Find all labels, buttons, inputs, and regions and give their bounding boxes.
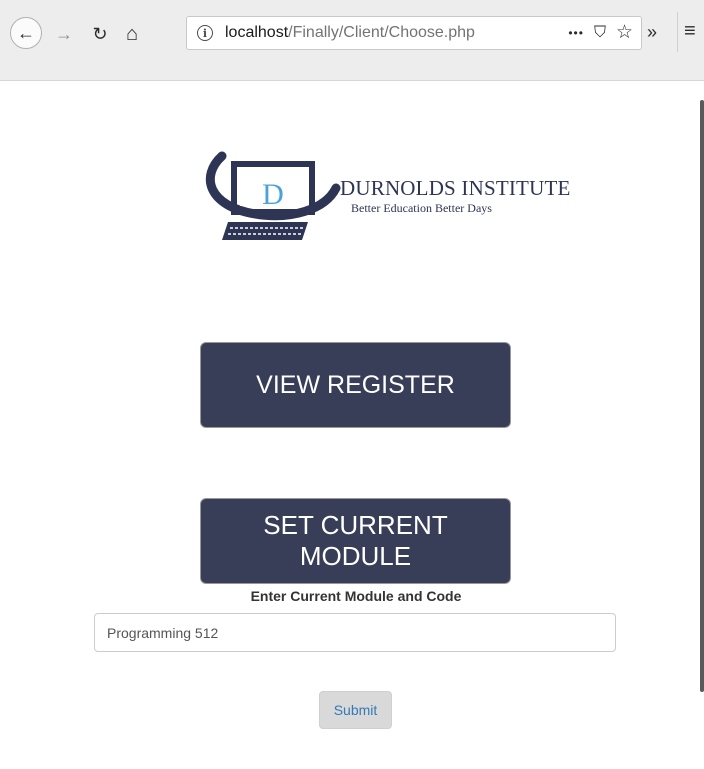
set-current-module-button[interactable]: SET CURRENT MODULE <box>200 498 511 584</box>
bookmark-star-icon[interactable]: ☆ <box>616 23 633 43</box>
reload-button[interactable]: ↻ <box>88 22 112 46</box>
url-path: /Finally/Client/Choose.php <box>288 24 475 41</box>
institute-tagline: Better Education Better Days <box>351 201 492 215</box>
logo-letter: D <box>262 178 284 211</box>
overflow-chevron-icon[interactable]: » <box>647 22 657 43</box>
pocket-icon[interactable]: ⛉ <box>594 23 606 43</box>
back-arrow-icon: ← <box>17 23 35 43</box>
module-field-label: Enter Current Module and Code <box>250 588 462 604</box>
url-actions: ••• ⛉ ☆ <box>568 23 633 43</box>
browser-toolbar: ← → ↻ ⌂ i localhost/Finally/Client/Choos… <box>0 0 704 81</box>
url-host: localhost <box>225 24 289 41</box>
reload-icon: ↻ <box>92 24 108 44</box>
view-register-button[interactable]: VIEW REGISTER <box>200 342 511 428</box>
forward-button[interactable]: → <box>52 22 76 46</box>
url-bar[interactable]: i localhost/Finally/Client/Choose.php ••… <box>186 16 642 50</box>
forward-arrow-icon: → <box>55 24 73 44</box>
page-actions-icon[interactable]: ••• <box>568 23 584 43</box>
toolbar-separator <box>677 12 678 52</box>
site-info-icon[interactable]: i <box>197 25 213 41</box>
home-icon: ⌂ <box>125 23 139 45</box>
submit-button[interactable]: Submit <box>319 691 392 729</box>
back-button[interactable]: ← <box>10 17 42 49</box>
institute-name: DURNOLDS INSTITUTE <box>340 176 571 200</box>
home-button[interactable]: ⌂ <box>120 22 144 46</box>
url-text[interactable]: localhost/Finally/Client/Choose.php <box>225 24 475 42</box>
module-input[interactable] <box>94 613 616 652</box>
hamburger-menu-icon[interactable]: ≡ <box>684 20 696 43</box>
